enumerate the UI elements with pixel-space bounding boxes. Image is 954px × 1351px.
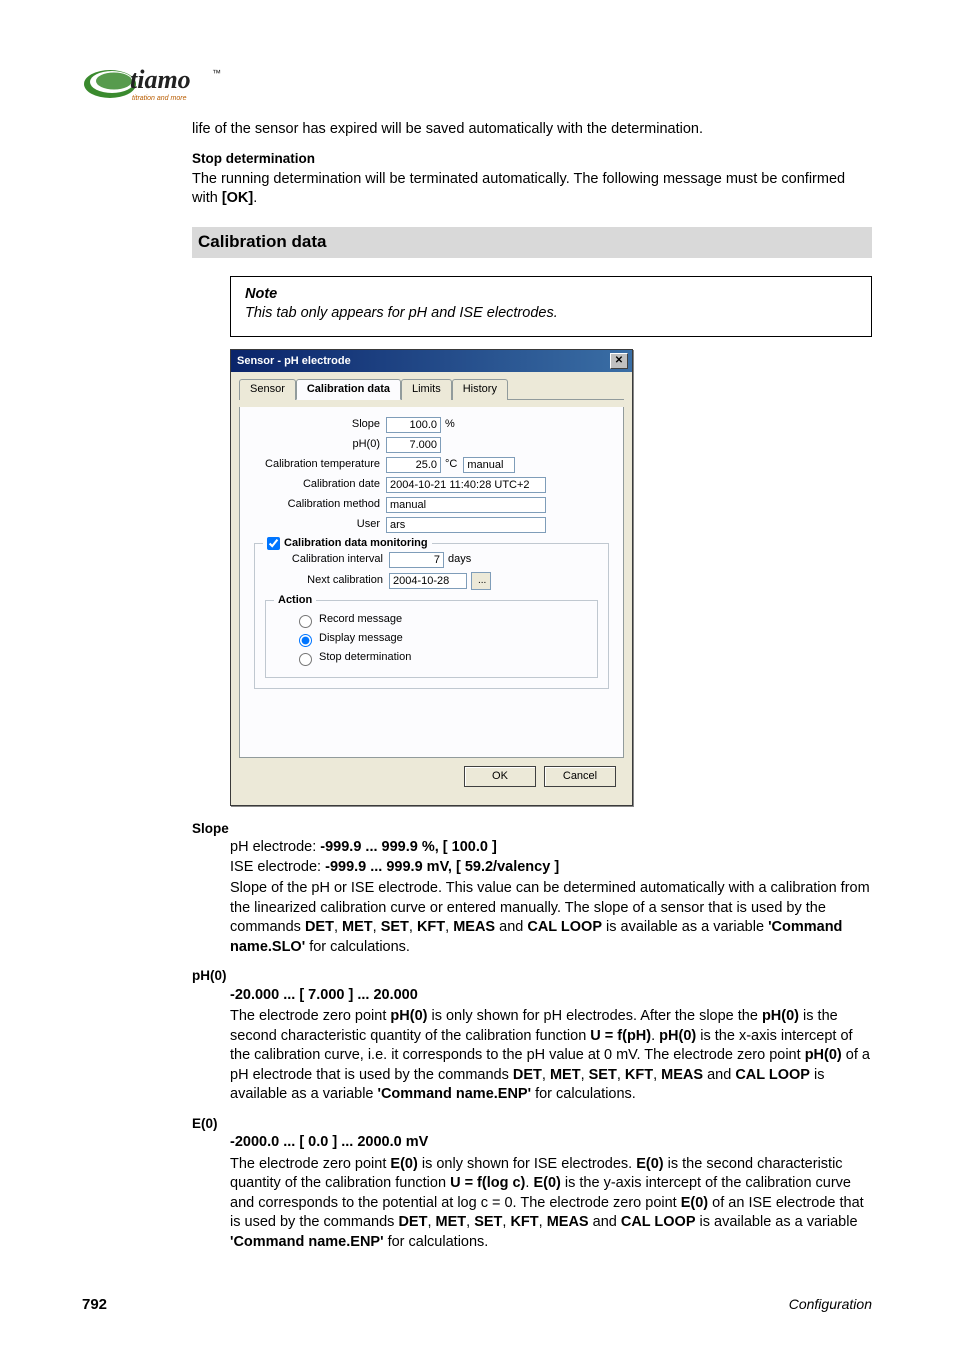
dialog-tabs: Sensor Calibration data Limits History <box>239 378 624 400</box>
tab-history[interactable]: History <box>452 379 508 400</box>
fieldset-monitoring: Calibration data monitoring Calibration … <box>254 543 609 689</box>
cancel-button[interactable]: Cancel <box>544 766 616 787</box>
sensor-dialog: Sensor - pH electrode ✕ Sensor Calibrati… <box>230 349 633 806</box>
legend-monitoring: Calibration data monitoring <box>284 536 428 551</box>
e0-term: E(0) <box>192 1115 872 1133</box>
label-next: Next calibration <box>265 573 389 588</box>
tab-panel-calibration: Slope % pH(0) Calibration temperature °C <box>239 407 624 758</box>
label-calmethod: Calibration method <box>252 497 386 512</box>
intro-continuation: life of the sensor has expired will be s… <box>192 120 872 140</box>
label-caltemp: Calibration temperature <box>252 457 386 472</box>
label-ph0: pH(0) <box>252 437 386 452</box>
input-ph0[interactable] <box>386 437 441 453</box>
slope-block: pH electrode: -999.9 ... 999.9 %, [ 100.… <box>230 838 872 957</box>
input-interval[interactable] <box>389 552 444 568</box>
radio-display[interactable]: Display message <box>294 631 587 647</box>
stop-determination-text: The running determination will be termin… <box>192 170 872 209</box>
tab-sensor[interactable]: Sensor <box>239 379 296 400</box>
note-box: Note This tab only appears for pH and IS… <box>230 276 872 337</box>
legend-action: Action <box>274 593 316 608</box>
fieldset-action: Action Record message Display message St… <box>265 600 598 678</box>
checkbox-monitoring[interactable] <box>267 537 280 550</box>
dialog-title: Sensor - pH electrode <box>237 354 351 369</box>
radio-stop[interactable]: Stop determination <box>294 650 587 666</box>
label-interval: Calibration interval <box>265 552 389 567</box>
slope-term: Slope <box>192 820 872 838</box>
label-user: User <box>252 517 386 532</box>
page-footer: 792 Configuration <box>82 1296 872 1313</box>
brand-logo: tiamo ™ titration and more <box>82 62 242 106</box>
dialog-titlebar: Sensor - pH electrode ✕ <box>231 350 632 372</box>
stop-determination-term: Stop determination <box>192 150 872 168</box>
logo-text: tiamo <box>130 65 191 94</box>
svg-text:titration and more: titration and more <box>132 95 187 102</box>
input-user[interactable] <box>386 517 546 533</box>
close-icon[interactable]: ✕ <box>610 353 628 369</box>
tab-calibration-data[interactable]: Calibration data <box>296 379 401 400</box>
page-number: 792 <box>82 1296 107 1313</box>
label-slope: Slope <box>252 417 386 432</box>
input-slope[interactable] <box>386 417 441 433</box>
input-caltemp-mode[interactable] <box>463 457 515 473</box>
unit-slope: % <box>445 417 455 432</box>
tab-limits[interactable]: Limits <box>401 379 452 400</box>
footer-section: Configuration <box>789 1296 872 1313</box>
input-caldate[interactable] <box>386 477 546 493</box>
button-next-more[interactable]: ... <box>471 572 491 590</box>
note-title: Note <box>245 285 857 305</box>
ph0-block: -20.000 ... [ 7.000 ] ... 20.000 The ele… <box>230 986 872 1105</box>
note-text: This tab only appears for pH and ISE ele… <box>245 304 857 324</box>
unit-interval: days <box>448 552 471 567</box>
unit-caltemp: °C <box>445 457 457 472</box>
input-calmethod[interactable] <box>386 497 546 513</box>
radio-record[interactable]: Record message <box>294 612 587 628</box>
calibration-data-heading: Calibration data <box>192 227 872 258</box>
svg-text:™: ™ <box>212 68 221 78</box>
ph0-term: pH(0) <box>192 967 872 985</box>
e0-block: -2000.0 ... [ 0.0 ] ... 2000.0 mV The el… <box>230 1133 872 1252</box>
input-caltemp[interactable] <box>386 457 441 473</box>
label-caldate: Calibration date <box>252 477 386 492</box>
input-next[interactable] <box>389 573 467 589</box>
ok-button[interactable]: OK <box>464 766 536 787</box>
